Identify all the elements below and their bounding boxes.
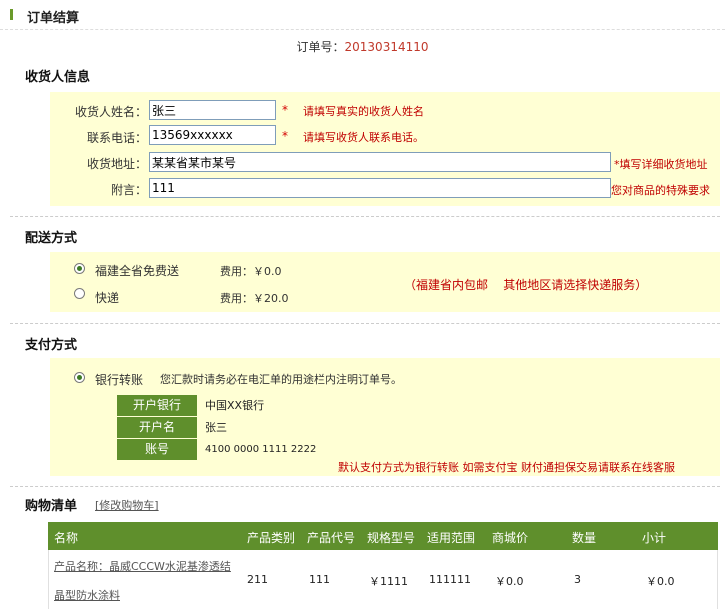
product-code: 111 <box>309 573 330 586</box>
cart-table-header: 名称 产品类别 产品代号 规格型号 适用范围 商城价 数量 小计 <box>48 522 718 550</box>
order-number-value: 20130314110 <box>344 40 429 54</box>
product-model: ￥1111 <box>369 575 408 588</box>
cart-section-title: 购物清单 <box>25 499 78 514</box>
recipient-name-label: 收货人姓名： <box>74 105 147 119</box>
phone-label: 联系电话： <box>86 131 147 145</box>
address-hint: *填写详细收货地址 <box>614 158 708 171</box>
bank-row-holder: 开户名 张三 <box>117 417 317 438</box>
payment-bank-radio[interactable] <box>74 372 85 383</box>
bank-holder-value: 张三 <box>205 421 227 434</box>
title-divider <box>0 29 725 31</box>
recipient-section-title: 收货人信息 <box>25 70 91 85</box>
title-marker-icon <box>10 9 13 20</box>
bank-holder-label: 开户名 <box>117 417 197 438</box>
table-row: 产品名称：晶威CCCW水泥基渗透结 晶型防水涂料 211 111 ￥1111 1… <box>48 550 718 609</box>
note-label: 附言： <box>110 183 147 197</box>
delivery-note: （福建省内包邮 其他地区请选择快递服务） <box>404 278 648 292</box>
col-code: 产品代号 <box>307 531 356 545</box>
col-qty: 数量 <box>572 531 597 545</box>
col-subtotal: 小计 <box>642 531 667 545</box>
product-subtotal: ￥0.0 <box>646 575 675 588</box>
col-name: 名称 <box>54 531 79 545</box>
delivery-free-label[interactable]: 福建全省免费送 <box>95 262 179 279</box>
recipient-name-input[interactable] <box>149 100 276 120</box>
product-name-line2[interactable]: 晶型防水涂料 <box>54 587 120 603</box>
bank-row-name: 开户银行 中国XX银行 <box>117 395 317 416</box>
col-scope: 适用范围 <box>427 531 476 545</box>
divider-recipient <box>10 216 720 217</box>
bank-name-label: 开户银行 <box>117 395 197 416</box>
bank-name-value: 中国XX银行 <box>205 399 265 412</box>
note-hint: 您对商品的特殊要求 <box>611 184 710 197</box>
modify-cart-link[interactable]: [修改购物车] <box>95 497 159 513</box>
product-name-line1[interactable]: 产品名称：晶威CCCW水泥基渗透结 <box>54 558 231 574</box>
note-input[interactable] <box>149 178 611 198</box>
payment-instruction: 您汇款时请务必在电汇单的用途栏内注明订单号。 <box>160 373 402 386</box>
delivery-free-fee: 费用：￥0.0 <box>220 265 282 278</box>
phone-required: * <box>282 129 288 143</box>
phone-hint: 请填写收货人联系电话。 <box>303 131 424 144</box>
product-price: ￥0.0 <box>495 575 524 588</box>
delivery-express-label[interactable]: 快递 <box>95 289 119 306</box>
page-title: 订单结算 <box>27 11 80 26</box>
payment-section-title: 支付方式 <box>25 338 78 353</box>
order-number-label: 订单号： <box>296 40 345 54</box>
product-qty: 3 <box>574 573 581 586</box>
col-category: 产品类别 <box>247 531 296 545</box>
delivery-express-radio[interactable] <box>74 288 85 299</box>
address-label: 收货地址： <box>86 157 147 171</box>
phone-input[interactable] <box>149 125 276 145</box>
title-bar: 订单结算 <box>0 0 725 32</box>
divider-payment <box>10 486 720 487</box>
product-scope: 111111 <box>429 573 471 586</box>
col-model: 规格型号 <box>367 531 416 545</box>
delivery-section-title: 配送方式 <box>25 231 78 246</box>
divider-delivery <box>10 323 720 324</box>
bank-account-value: 4100 0000 1111 2222 <box>205 444 317 455</box>
recipient-name-hint: 请填写真实的收货人姓名 <box>303 105 424 118</box>
recipient-name-required: * <box>282 103 288 117</box>
payment-bank-label[interactable]: 银行转账 <box>95 371 143 388</box>
address-input[interactable] <box>149 152 611 172</box>
col-price: 商城价 <box>492 531 529 545</box>
bank-info-table: 开户银行 中国XX银行 开户名 张三 账号 4100 0000 1111 222… <box>117 395 317 460</box>
order-number: 订单号：20130314110 <box>0 38 725 55</box>
bank-account-label: 账号 <box>117 439 197 460</box>
delivery-express-fee: 费用：￥20.0 <box>220 292 289 305</box>
delivery-free-radio[interactable] <box>74 263 85 274</box>
product-category: 211 <box>247 573 268 586</box>
bank-row-account: 账号 4100 0000 1111 2222 <box>117 439 317 460</box>
payment-note: 默认支付方式为银行转账 如需支付宝 财付通担保交易请联系在线客服 <box>338 461 675 474</box>
